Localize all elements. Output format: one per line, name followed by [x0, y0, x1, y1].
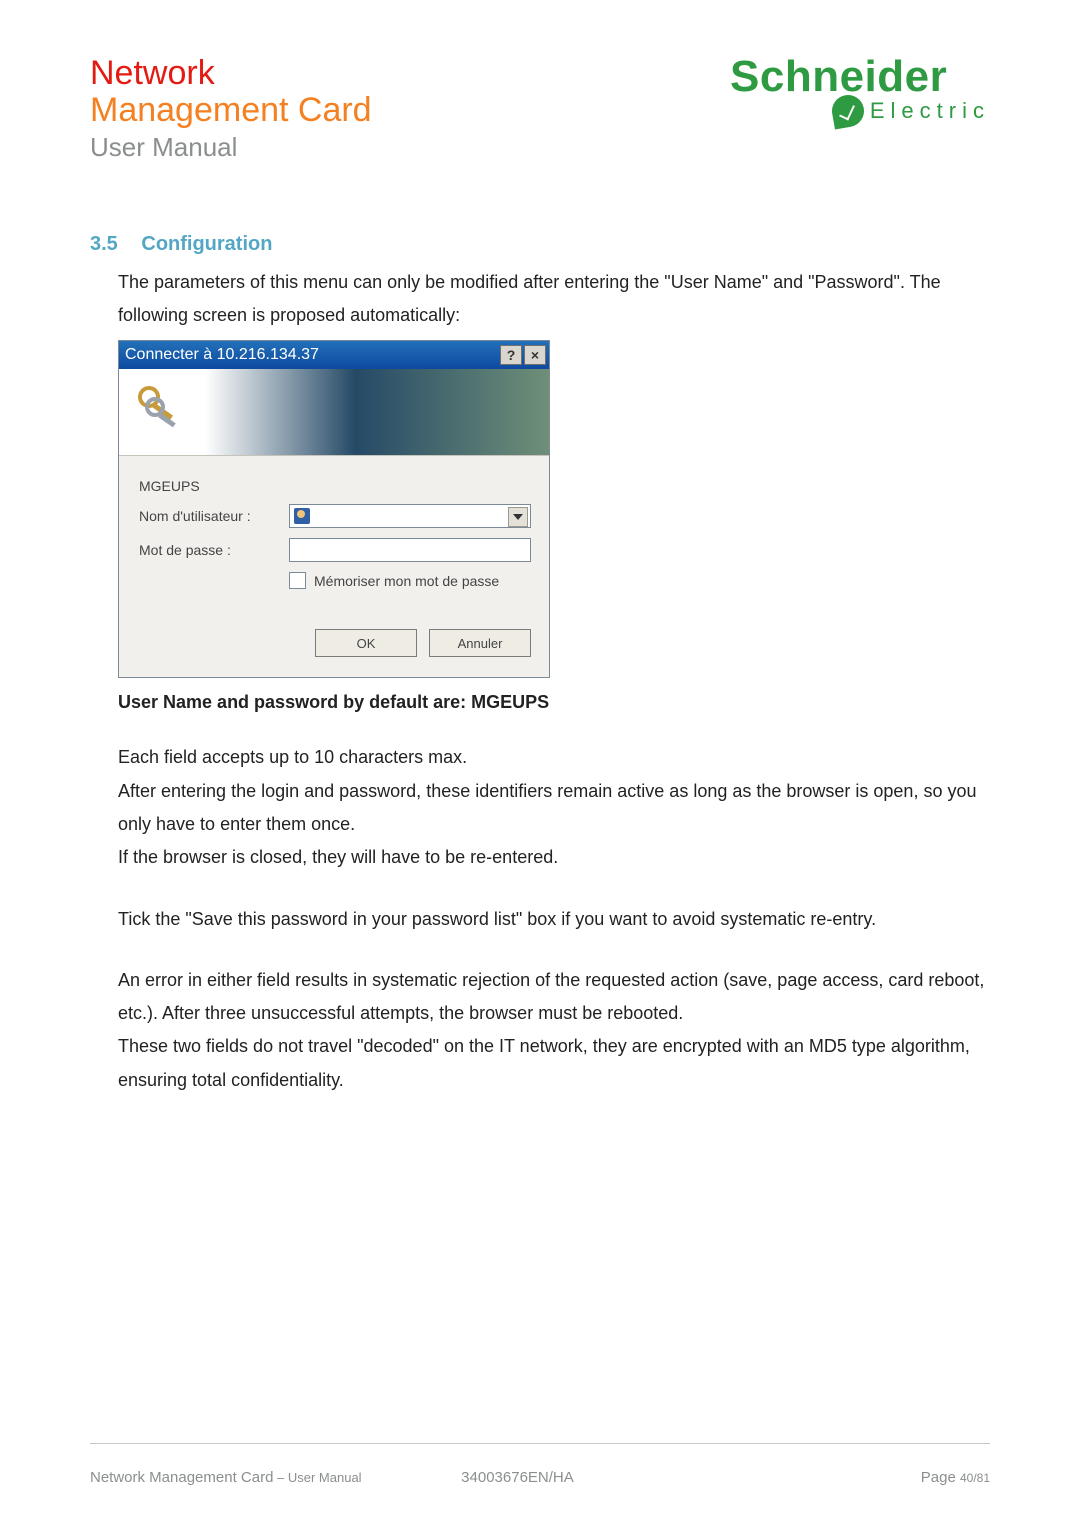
- dialog-titlebar: Connecter à 10.216.134.37 ? ×: [119, 341, 549, 369]
- keys-icon: [135, 383, 183, 431]
- footer-product: Network Management Card: [90, 1469, 273, 1486]
- remember-checkbox[interactable]: [289, 572, 306, 589]
- paragraph-block-3: An error in either field results in syst…: [118, 964, 990, 1097]
- password-label: Mot de passe :: [139, 542, 289, 558]
- cancel-button[interactable]: Annuler: [429, 629, 531, 657]
- dialog-banner: [119, 369, 549, 456]
- username-input[interactable]: [289, 504, 531, 528]
- dialog-title-text: Connecter à 10.216.134.37: [125, 346, 500, 364]
- remember-label: Mémoriser mon mot de passe: [314, 573, 499, 589]
- paragraph-3a: An error in either field results in syst…: [118, 964, 990, 1031]
- title-line-2: Management Card: [90, 92, 372, 129]
- title-line-1: Network: [90, 55, 372, 92]
- paragraph-1b: After entering the login and password, t…: [118, 775, 990, 842]
- footer-docref: 34003676EN/HA: [461, 1469, 574, 1486]
- user-icon: [294, 508, 310, 524]
- section-number: 3.5: [90, 233, 118, 255]
- document-page: Network Management Card User Manual Schn…: [0, 0, 1080, 1528]
- paragraph-1c: If the browser is closed, they will have…: [118, 841, 990, 874]
- product-title-block: Network Management Card User Manual: [90, 55, 372, 163]
- logo-brand-text: Schneider: [730, 55, 990, 99]
- footer-separator: [90, 1443, 990, 1444]
- section-title: Configuration: [141, 233, 272, 255]
- password-input[interactable]: [289, 538, 531, 562]
- intro-paragraph: The parameters of this menu can only be …: [118, 266, 990, 333]
- paragraph-3b: These two fields do not travel "decoded"…: [118, 1030, 990, 1097]
- dialog-button-row: OK Annuler: [139, 629, 531, 657]
- footer-left: Network Management Card – User Manual: [90, 1469, 362, 1486]
- close-button[interactable]: ×: [524, 345, 546, 365]
- page-header: Network Management Card User Manual Schn…: [90, 55, 990, 163]
- help-button[interactable]: ?: [500, 345, 522, 365]
- username-row: Nom d'utilisateur :: [139, 504, 531, 528]
- section-heading: 3.5 Configuration: [90, 233, 990, 256]
- auth-dialog: Connecter à 10.216.134.37 ? × MGEUPS Nom…: [118, 340, 550, 678]
- dialog-body: MGEUPS Nom d'utilisateur : Mot de passe …: [119, 456, 549, 677]
- dialog-realm: MGEUPS: [139, 478, 531, 494]
- default-credentials-line: User Name and password by default are: M…: [118, 692, 990, 713]
- footer-page-label: Page: [921, 1469, 960, 1486]
- paragraph-1a: Each field accepts up to 10 characters m…: [118, 741, 990, 774]
- chevron-down-icon: [513, 514, 523, 520]
- page-footer: Network Management Card – User Manual 34…: [90, 1469, 990, 1486]
- password-row: Mot de passe :: [139, 538, 531, 562]
- ok-button[interactable]: OK: [315, 629, 417, 657]
- footer-sub: – User Manual: [273, 1470, 361, 1485]
- footer-page-number: 40/81: [960, 1471, 990, 1485]
- footer-page: Page 40/81: [921, 1469, 990, 1486]
- username-label: Nom d'utilisateur :: [139, 508, 289, 524]
- paragraph-block-1: Each field accepts up to 10 characters m…: [118, 741, 990, 874]
- schneider-logo: Schneider Electric: [730, 55, 990, 127]
- remember-row: Mémoriser mon mot de passe: [289, 572, 531, 589]
- subtitle: User Manual: [90, 132, 372, 163]
- logo-sub-text: Electric: [870, 98, 990, 124]
- paragraph-2: Tick the "Save this password in your pas…: [118, 903, 990, 936]
